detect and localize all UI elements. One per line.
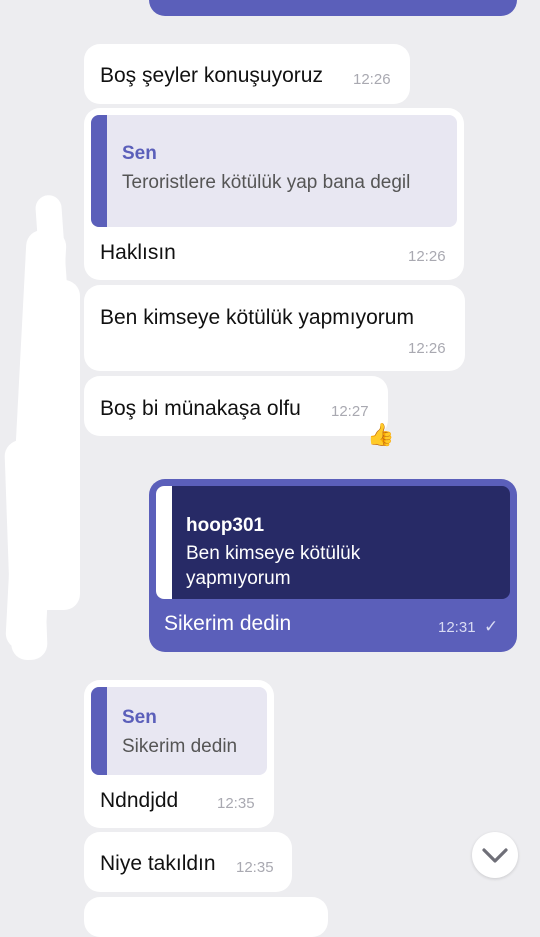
message-time: 12:26 [408,248,446,265]
quote-author: Sen [122,707,157,728]
message-outgoing-reply[interactable]: hoop301 Ben kimseye kötülük yapmıyorum S… [149,479,517,652]
reply-quote[interactable]: Sen Teroristlere kötülük yap bana degil [91,115,457,227]
message-time: 12:35 [217,795,255,812]
message-incoming[interactable]: Boş bi münakaşa olfu 12:27 [84,376,388,436]
quote-text: Ben kimseye kötülük yapmıyorum [186,543,361,589]
reply-quote[interactable]: hoop301 Ben kimseye kötülük yapmıyorum [156,486,510,599]
chat-history[interactable]: Boş şeyler konuşuyoruz 12:26 Sen Teroris… [0,0,540,937]
message-time: 12:35 [236,859,274,876]
scroll-to-bottom-button[interactable] [472,832,518,878]
message-text: Sikerim dedin [164,612,292,635]
message-incoming-reply[interactable]: Sen Teroristlere kötülük yap bana degil … [84,108,464,280]
message-time: 12:26 [408,340,446,357]
message-text: Ndndjdd [100,789,179,812]
quote-text: Teroristlere kötülük yap bana degil [122,172,411,193]
message-text: Haklısın [100,241,176,264]
chevron-down-icon [482,848,508,863]
quote-author: hoop301 [186,515,265,536]
message-time: 12:31 [438,619,476,636]
message-text: Niye takıldın [100,852,216,875]
quote-author: Sen [122,143,157,164]
quote-text: Sikerim dedin [122,736,238,757]
message-incoming-reply[interactable]: Sen Sikerim dedin Ndndjdd 12:35 [84,680,274,828]
thumbs-up-reaction-icon[interactable]: 👍 [367,422,394,448]
quote-accent-bar [91,687,107,775]
message-text: Boş şeyler konuşuyoruz [100,64,323,87]
reply-quote[interactable]: Sen Sikerim dedin [91,687,267,775]
quote-accent-bar [91,115,107,227]
message-outgoing-cropped[interactable] [149,0,517,16]
quote-accent-bar [156,486,172,599]
message-incoming[interactable]: Boş şeyler konuşuyoruz 12:26 [84,44,410,104]
message-time: 12:26 [353,71,391,88]
message-incoming-cropped[interactable] [84,897,328,937]
message-time: 12:27 [331,403,369,420]
message-text: Boş bi münakaşa olfu [100,397,301,420]
delivered-check-icon: ✓ [484,617,499,636]
message-text: Ben kimseye kötülük yapmıyorum [100,306,414,329]
message-incoming[interactable]: Niye takıldın 12:35 [84,832,292,892]
message-incoming[interactable]: Ben kimseye kötülük yapmıyorum 12:26 [84,285,465,371]
